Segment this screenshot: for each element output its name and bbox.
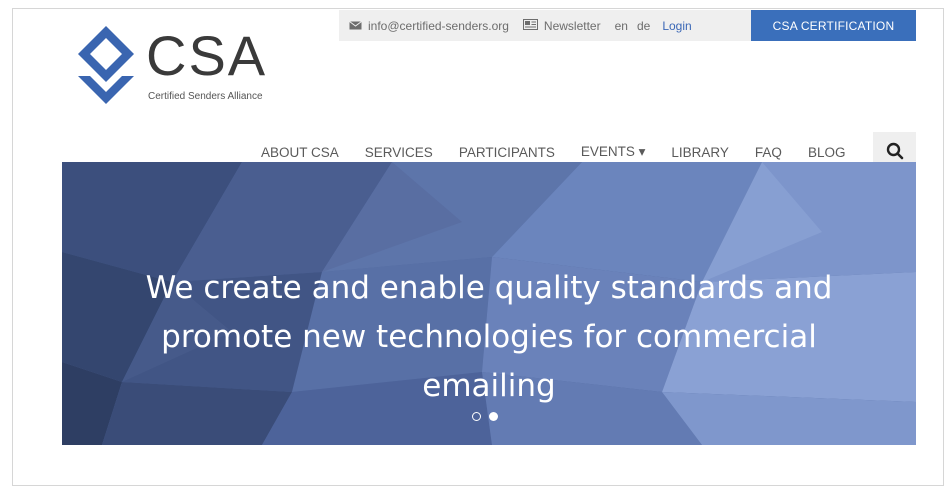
logo-wordmark: CSA <box>146 24 268 87</box>
nav-item-about[interactable]: ABOUT CSA <box>261 145 339 162</box>
nav-item-events[interactable]: EVENTS ▾ <box>581 144 646 162</box>
slider-dots <box>472 412 498 421</box>
newspaper-icon <box>522 18 538 33</box>
nav-item-participants[interactable]: PARTICIPANTS <box>459 145 555 162</box>
csa-certification-button[interactable]: CSA CERTIFICATION <box>751 10 916 41</box>
diamond-logo-icon <box>78 26 134 104</box>
lang-en-link[interactable]: en <box>615 19 628 33</box>
newsletter-text: Newsletter <box>543 18 601 33</box>
csa-logo[interactable]: CSA Certified Senders Alliance <box>72 24 302 108</box>
search-icon <box>886 142 903 159</box>
nav-item-faq[interactable]: FAQ <box>755 145 782 162</box>
hero-slider: We create and enable quality standards a… <box>62 162 916 445</box>
lang-de-link[interactable]: de <box>637 19 650 33</box>
top-utility-bar: info@certified-senders.org Newsletter en… <box>339 10 751 41</box>
nav-item-blog[interactable]: BLOG <box>808 145 846 162</box>
email-text: info@certified-senders.org <box>368 18 509 33</box>
envelope-icon <box>349 19 362 33</box>
login-link[interactable]: Login <box>662 19 691 33</box>
email-link[interactable]: info@certified-senders.org <box>349 19 509 33</box>
newsletter-link[interactable]: Newsletter <box>522 18 601 33</box>
hero-headline: We create and enable quality standards a… <box>145 270 833 404</box>
nav-item-services[interactable]: SERVICES <box>365 145 433 162</box>
slide-dot-2[interactable] <box>489 412 498 421</box>
slide-dot-1[interactable] <box>472 412 481 421</box>
nav-item-library[interactable]: LIBRARY <box>671 145 729 162</box>
logo-subtitle: Certified Senders Alliance <box>148 91 263 102</box>
main-nav: ABOUT CSA SERVICES PARTICIPANTS EVENTS ▾… <box>248 132 858 162</box>
